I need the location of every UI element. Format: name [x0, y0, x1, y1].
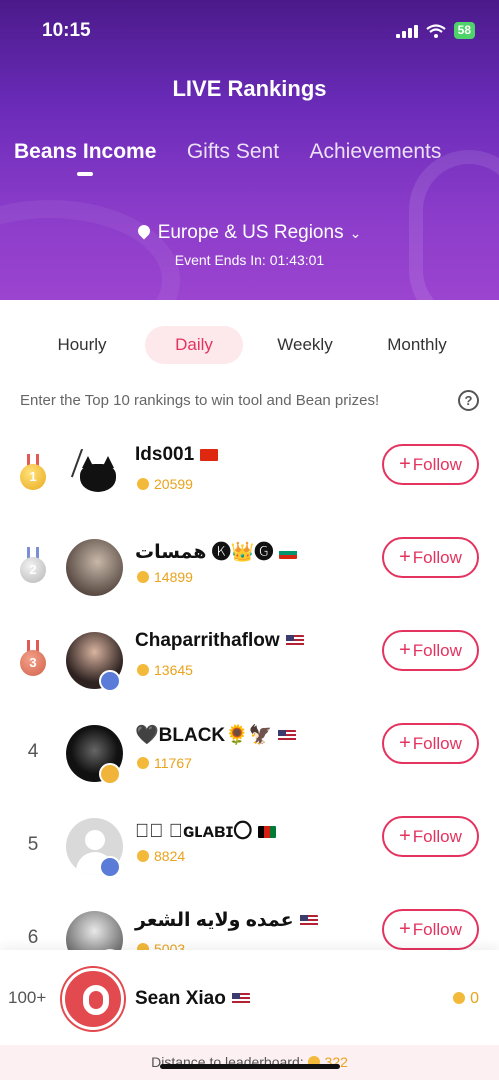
bean-icon [137, 571, 149, 583]
user-name: همسات 🅚👑🅖 [135, 537, 298, 564]
follow-button[interactable]: + Follow [382, 630, 479, 671]
header-banner: 10:15 58 LIVE Rankings Beans Income Gift… [0, 0, 499, 300]
ranking-row[interactable]: 3 Chaparrithaflow 13645 + Follow [0, 622, 499, 702]
rank-number: 4 [27, 741, 39, 762]
location-pin-icon [135, 222, 153, 240]
bean-icon [137, 850, 149, 862]
region-label: Europe & US Regions [157, 222, 344, 243]
user-name: ✦꙰ ⍜ɢʟᴀʙɪ〇 [135, 816, 277, 843]
prize-note: Enter the Top 10 rankings to win tool an… [20, 392, 380, 409]
signal-icon [395, 24, 418, 38]
status-icons: 58 [395, 22, 475, 39]
tab-achievements[interactable]: Achievements [310, 140, 442, 164]
page-title: LIVE Rankings [172, 76, 327, 101]
chevron-down-icon: ⌄ [349, 225, 362, 241]
gold-medal-icon: 1 [20, 454, 46, 498]
bean-count: 8824 [137, 848, 185, 864]
user-name: 🖤BLACK🌻🦅 [135, 723, 297, 747]
period-hourly[interactable]: Hourly [38, 326, 126, 364]
user-name: عمده ولايه الشعر [135, 909, 318, 932]
flag-icon [231, 992, 250, 1005]
silver-medal-icon: 2 [20, 547, 46, 591]
ranking-row[interactable]: 5 ✦꙰ ⍜ɢʟᴀʙɪ〇 8824 + Follow [0, 808, 499, 888]
my-ranking-row: 100+ Sean Xiao 0 [0, 950, 499, 1045]
tab-beans-income[interactable]: Beans Income [14, 140, 156, 176]
flag-icon [299, 914, 318, 927]
distance-to-leaderboard: Distance to leaderboard: 322 [0, 1045, 499, 1080]
follow-button[interactable]: + Follow [382, 909, 479, 950]
follow-button[interactable]: + Follow [382, 444, 479, 485]
bean-count: 11767 [137, 755, 192, 771]
avatar[interactable] [66, 446, 123, 503]
swirl-decoration [0, 200, 180, 300]
follow-button[interactable]: + Follow [382, 816, 479, 857]
bean-count: 20599 [137, 476, 193, 492]
my-avatar[interactable] [62, 968, 124, 1030]
tab-gifts-sent[interactable]: Gifts Sent [187, 140, 279, 164]
flag-icon [200, 448, 219, 461]
ranking-row[interactable]: 1 Ids001 20599 + Follow [0, 436, 499, 516]
level-badge-icon [99, 856, 121, 878]
bean-icon [137, 478, 149, 490]
bean-icon [453, 992, 466, 1004]
help-icon[interactable]: ? [458, 390, 479, 411]
battery-icon: 58 [453, 22, 475, 39]
my-bean-count: 0 [453, 990, 479, 1008]
period-weekly[interactable]: Weekly [262, 326, 348, 364]
event-countdown: Event Ends In: 01:43:01 [174, 252, 325, 268]
rank-number: 5 [27, 834, 39, 855]
bean-icon [137, 757, 149, 769]
bean-count: 13645 [137, 662, 193, 678]
bronze-medal-icon: 3 [20, 640, 46, 684]
wifi-icon [425, 23, 446, 38]
level-badge-icon [99, 763, 121, 785]
user-name: Ids001 [135, 444, 219, 466]
flag-icon [258, 825, 277, 838]
follow-button[interactable]: + Follow [382, 537, 479, 578]
home-indicator [160, 1064, 340, 1069]
avatar[interactable] [66, 539, 123, 596]
period-selector: Hourly Daily Weekly Monthly [0, 326, 499, 364]
period-daily[interactable]: Daily [145, 326, 243, 364]
status-time: 10:15 [42, 20, 91, 41]
bean-count: 14899 [137, 569, 193, 585]
region-selector[interactable]: Europe & US Regions ⌄ [0, 222, 499, 244]
app-logo-icon [83, 985, 109, 1015]
flag-icon [279, 546, 298, 559]
bean-icon [137, 664, 149, 676]
ranking-tabs: Beans Income Gifts Sent Achievements [14, 140, 499, 180]
user-name: Chaparrithaflow [135, 630, 304, 652]
ranking-row[interactable]: 2 همسات 🅚👑🅖 14899 + Follow [0, 529, 499, 609]
rank-number: 6 [27, 927, 39, 948]
my-name: Sean Xiao [135, 988, 250, 1010]
follow-button[interactable]: + Follow [382, 723, 479, 764]
status-bar: 10:15 58 [0, 18, 499, 46]
period-monthly[interactable]: Monthly [372, 326, 462, 364]
my-rank: 100+ [8, 988, 47, 1007]
flag-icon [285, 634, 304, 647]
level-badge-icon [99, 670, 121, 692]
flag-icon [278, 729, 297, 742]
ranking-row[interactable]: 4 🖤BLACK🌻🦅 11767 + Follow [0, 715, 499, 795]
